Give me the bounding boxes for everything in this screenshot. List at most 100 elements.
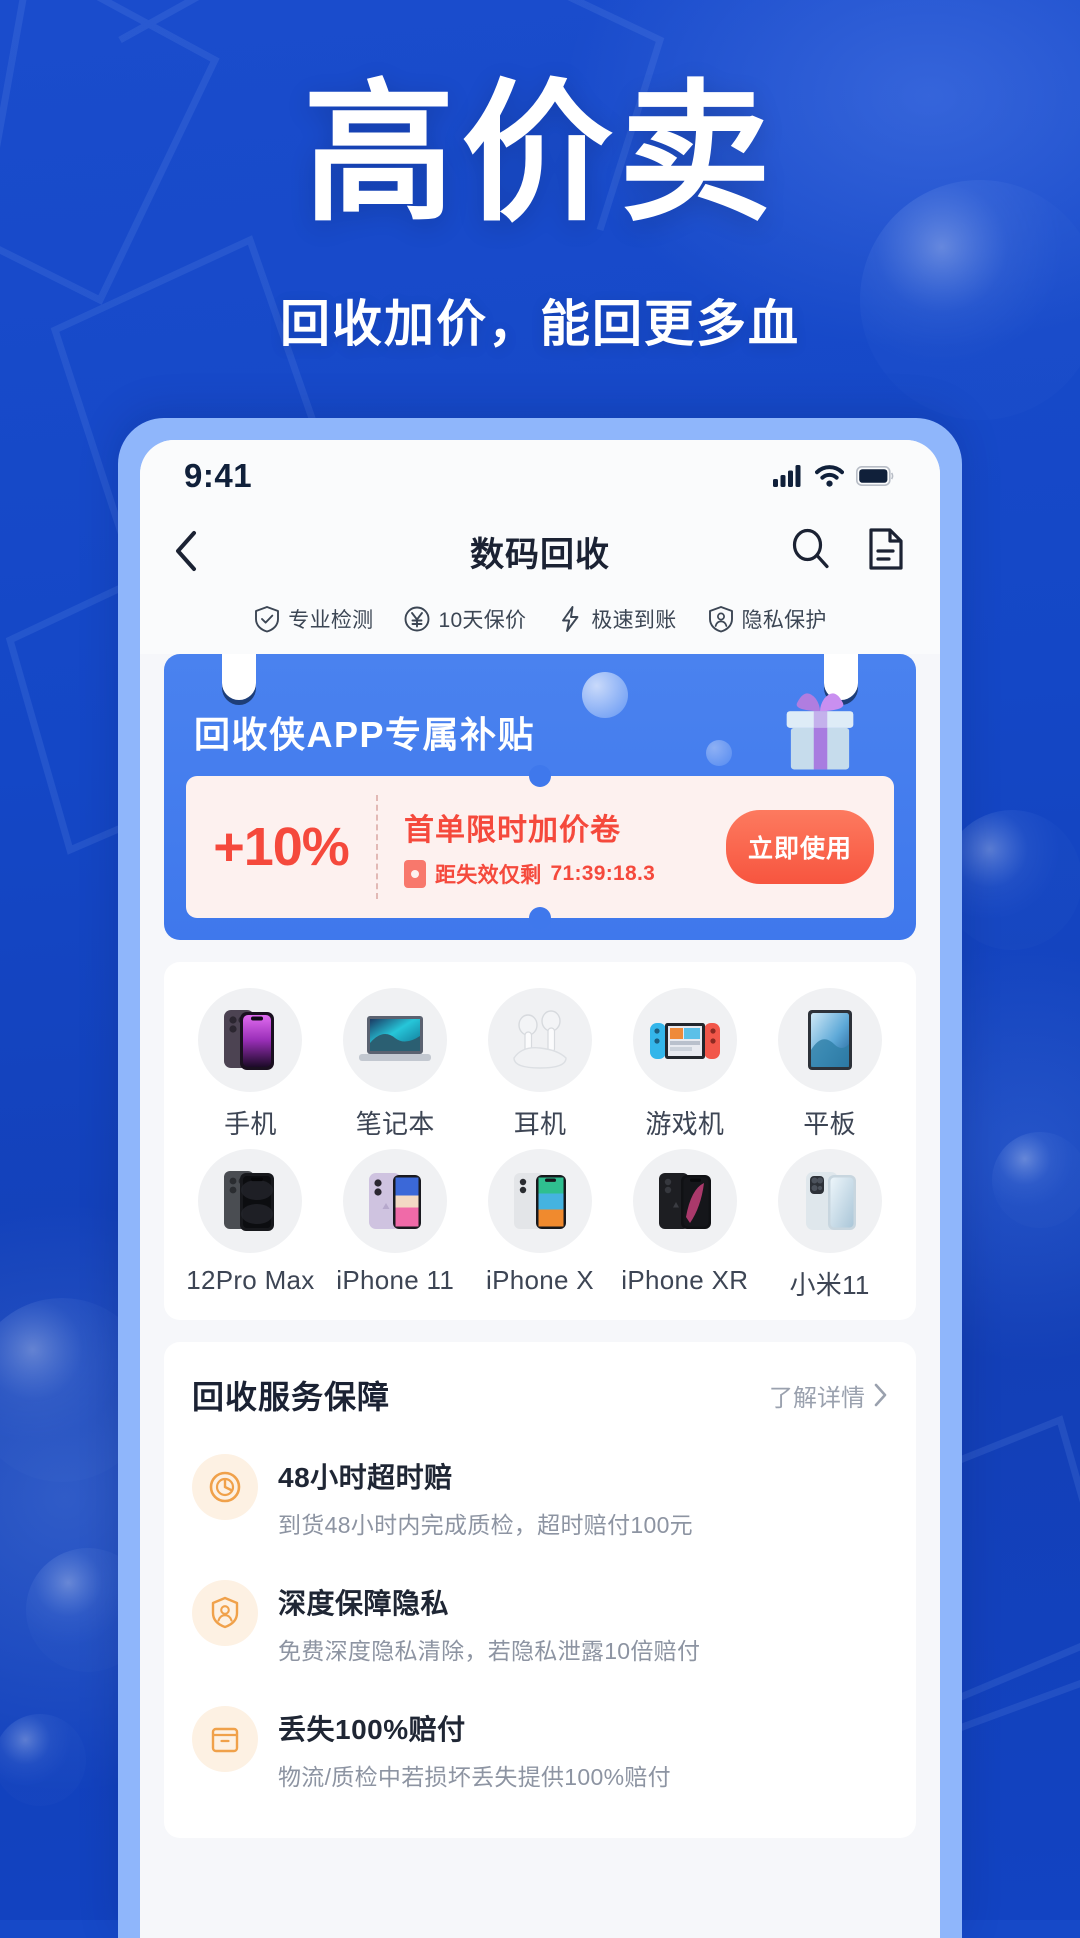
- category-thumb: [343, 1149, 448, 1253]
- wifi-icon: [815, 465, 844, 487]
- category-thumb: [632, 1149, 737, 1253]
- service-icon-wrap: [192, 1580, 258, 1646]
- iphone-14-pro-icon: [224, 1010, 275, 1070]
- service-more-link[interactable]: 了解详情: [769, 1378, 888, 1413]
- coupon-amount: +10%: [213, 817, 350, 877]
- category-item-phone[interactable]: 手机: [178, 988, 323, 1141]
- feature-label: 专业检测: [288, 609, 374, 632]
- laptop-icon: [359, 1016, 432, 1061]
- category-item-iphonexr[interactable]: iPhone XR: [612, 1149, 757, 1302]
- cellular-signal-icon: [773, 465, 801, 487]
- coupon-timer-label: 距失效仅剩: [435, 864, 542, 887]
- status-bar-icons: [773, 465, 894, 487]
- category-thumb: [343, 988, 448, 1092]
- category-item-earphones[interactable]: 耳机: [468, 988, 613, 1141]
- category-item-xiaomi11[interactable]: 小米11: [757, 1149, 902, 1302]
- shield-person-icon: [708, 606, 733, 633]
- category-label: iPhone X: [486, 1265, 594, 1295]
- search-icon: [792, 528, 829, 568]
- coupon-notch-bottom: [529, 907, 551, 929]
- category-item-console[interactable]: 游戏机: [612, 988, 757, 1141]
- service-title: 回收服务保障: [192, 1379, 391, 1415]
- category-item-tablet[interactable]: 平板: [757, 988, 902, 1141]
- privacy-person-icon: [211, 1596, 239, 1629]
- service-icon-wrap: [192, 1706, 258, 1772]
- phone-mockup-frame: 9:41 数码回收 专业检测 10天保价 极速到账 隐私保护 回收侠APP专属补…: [118, 418, 962, 1938]
- coupon-card[interactable]: +10% 首单限时加价卷 距失效仅剩 71:39:18.3 立即使用: [186, 765, 894, 929]
- category-label: 12Pro Max: [186, 1265, 315, 1295]
- status-bar-time: 9:41: [184, 457, 253, 494]
- service-text: 48小时超时赔 到货48小时内完成质检，超时赔付100元: [278, 1454, 693, 1540]
- service-text: 深度保障隐私 免费深度隐私清除，若隐私泄露10倍赔付: [278, 1580, 700, 1666]
- iphone-11-icon: [369, 1173, 422, 1229]
- subsidy-banner: 回收侠APP专属补贴 +10% 首单限时加价卷 距失效仅剩 71:39:18.3: [164, 654, 916, 940]
- service-item-desc: 物流/质检中若损坏丢失提供100%赔付: [278, 1764, 671, 1790]
- iphone-x-icon: [513, 1173, 566, 1229]
- category-label: 平板: [803, 1109, 856, 1139]
- category-label: 小米11: [789, 1270, 870, 1300]
- coupon-timer-value: 71:39:18.3: [550, 862, 656, 885]
- back-button[interactable]: [174, 530, 230, 572]
- category-thumb: [487, 1149, 592, 1253]
- yen-circle-icon: [405, 606, 430, 632]
- coupon-name: 首单限时加价卷: [404, 814, 621, 847]
- earbuds-icon: [513, 1010, 567, 1069]
- feature-strip: 专业检测 10天保价 极速到账 隐私保护: [140, 590, 940, 654]
- service-item-loss: 丢失100%赔付 物流/质检中若损坏丢失提供100%赔付: [192, 1686, 888, 1812]
- coupon-notch-top: [529, 765, 551, 787]
- banner-pin-left: [222, 654, 256, 700]
- category-label: 游戏机: [645, 1109, 725, 1139]
- category-item-iphonex[interactable]: iPhone X: [468, 1149, 613, 1302]
- service-item-privacy: 深度保障隐私 免费深度隐私清除，若隐私泄露10倍赔付: [192, 1560, 888, 1686]
- category-label: 笔记本: [355, 1109, 435, 1139]
- shield-check-icon: [255, 606, 280, 633]
- coupon-details: 首单限时加价卷 距失效仅剩 71:39:18.3: [378, 805, 716, 889]
- service-item-timeout: 48小时超时赔 到货48小时内完成质检，超时赔付100元: [192, 1434, 888, 1560]
- status-bar: 9:41: [140, 440, 940, 512]
- feature-label: 极速到账: [591, 609, 677, 632]
- category-item-laptop[interactable]: 笔记本: [323, 988, 468, 1141]
- category-card: 手机 笔记本 耳机 游戏机 平板 12Pro Max iPhone 11 iPh…: [164, 962, 916, 1320]
- use-coupon-button[interactable]: 立即使用: [725, 810, 874, 884]
- category-thumb: [198, 1149, 303, 1253]
- battery-icon: [856, 466, 894, 486]
- subsidy-banner-wrapper: 回收侠APP专属补贴 +10% 首单限时加价卷 距失效仅剩 71:39:18.3: [140, 654, 940, 940]
- feature-label: 10天保价: [438, 609, 527, 632]
- category-thumb: [777, 988, 882, 1092]
- service-guarantee-card: 回收服务保障 了解详情 48小时超时赔 到货48小时内完成质检，超时赔付100元…: [164, 1342, 916, 1838]
- order-list-button[interactable]: [866, 527, 906, 576]
- category-label: 耳机: [513, 1109, 567, 1139]
- service-icon-wrap: [192, 1454, 258, 1520]
- poster-subtitle: 回收加价，能回更多血: [280, 296, 800, 353]
- tablet-icon: [807, 1010, 852, 1070]
- service-item-name: 丢失100%赔付: [278, 1714, 466, 1745]
- category-grid: 手机 笔记本 耳机 游戏机 平板 12Pro Max iPhone 11 iPh…: [164, 962, 916, 1320]
- category-item-12promax[interactable]: 12Pro Max: [178, 1149, 323, 1302]
- category-label: iPhone 11: [336, 1265, 455, 1295]
- poster-headline: 高价卖 回收加价，能回更多血: [0, 72, 1080, 356]
- feature-item-inspection: 专业检测: [253, 604, 373, 634]
- package-icon: [211, 1727, 239, 1753]
- feature-item-fast-payment: 极速到账: [556, 604, 676, 634]
- service-list: 48小时超时赔 到货48小时内完成质检，超时赔付100元 深度保障隐私 免费深度…: [164, 1424, 916, 1838]
- chevron-right-icon: [874, 1383, 887, 1407]
- category-thumb: [198, 988, 303, 1092]
- category-label: iPhone XR: [621, 1265, 749, 1295]
- nintendo-switch-icon: [649, 1023, 720, 1059]
- category-thumb: [777, 1149, 882, 1253]
- search-button[interactable]: [788, 527, 832, 576]
- xiaomi-11-icon: [805, 1172, 856, 1230]
- category-thumb: [632, 988, 737, 1092]
- navbar-actions: [788, 527, 906, 576]
- lightning-icon: [562, 606, 579, 632]
- service-item-desc: 到货48小时内完成质检，超时赔付100元: [278, 1512, 693, 1538]
- service-item-desc: 免费深度隐私清除，若隐私泄露10倍赔付: [278, 1638, 701, 1664]
- poster-title: 高价卖: [303, 69, 777, 239]
- category-item-iphone11[interactable]: iPhone 11: [323, 1149, 468, 1302]
- banner-title: 回收侠APP专属补贴: [194, 714, 536, 755]
- service-more-label: 了解详情: [769, 1384, 865, 1412]
- document-icon: [869, 527, 903, 570]
- feature-item-privacy: 隐私保护: [707, 604, 827, 634]
- service-item-name: 48小时超时赔: [278, 1462, 453, 1493]
- feature-label: 隐私保护: [741, 609, 827, 632]
